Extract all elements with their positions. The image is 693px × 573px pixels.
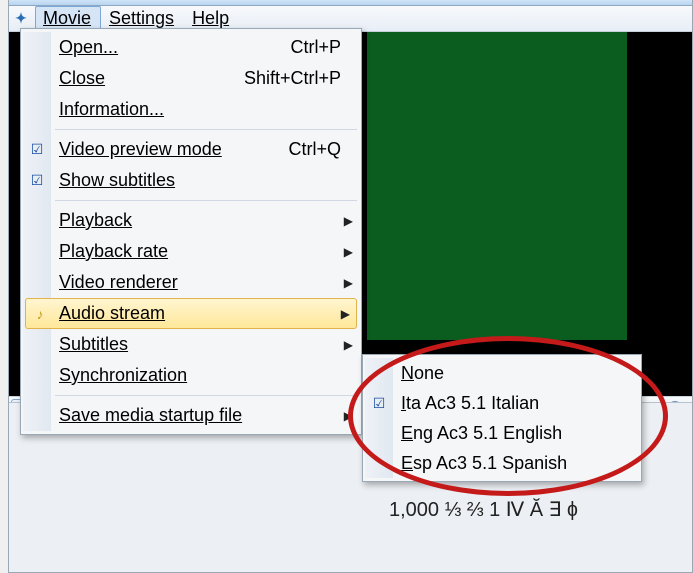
menu-item-information[interactable]: Information... [23,94,359,125]
menu-item-video-renderer[interactable]: Video renderer ▶ [23,267,359,298]
menu-accel: Ctrl+P [290,37,341,58]
menu-item-open[interactable]: Open... Ctrl+P [23,32,359,63]
submenu-arrow-icon: ▶ [344,409,353,423]
menu-item-audio-stream[interactable]: ♪ Audio stream ▶ [25,298,357,329]
menu-item-video-preview[interactable]: ☑ Video preview mode Ctrl+Q [23,134,359,165]
menu-label: Information... [59,99,164,120]
check-icon: ☑ [29,142,45,158]
menu-label: Subtitles [59,334,128,355]
menu-label: Ita Ac3 5.1 Italian [401,393,539,414]
menu-item-subtitles[interactable]: Subtitles ▶ [23,329,359,360]
audio-option-none[interactable]: None [365,358,639,388]
menu-label: Playback [59,210,132,231]
check-icon: ☑ [29,173,45,189]
app-icon: ✦ [11,9,31,29]
menu-accel: Ctrl+Q [288,139,341,160]
menu-label: Synchronization [59,365,187,386]
menu-label: Audio stream [59,303,165,324]
menu-label: Eng Ac3 5.1 English [401,423,562,444]
submenu-arrow-icon: ▶ [344,245,353,259]
menu-item-save-startup[interactable]: Save media startup file ▶ [23,400,359,431]
menu-label: Show subtitles [59,170,175,191]
menu-label: None [401,363,444,384]
audio-option-italian[interactable]: ☑ Ita Ac3 5.1 Italian [365,388,639,418]
menu-item-show-subtitles[interactable]: ☑ Show subtitles [23,165,359,196]
submenu-arrow-icon: ▶ [344,338,353,352]
menu-separator [55,129,357,130]
audio-option-english[interactable]: Eng Ac3 5.1 English [365,418,639,448]
menu-item-close[interactable]: Close Shift+Ctrl+P [23,63,359,94]
audio-stream-submenu: None ☑ Ita Ac3 5.1 Italian Eng Ac3 5.1 E… [362,354,642,482]
menu-label: Esp Ac3 5.1 Spanish [401,453,567,474]
submenu-arrow-icon: ▶ [344,214,353,228]
menu-label: Playback rate [59,241,168,262]
menu-item-playback[interactable]: Playback ▶ [23,205,359,236]
menu-item-playback-rate[interactable]: Playback rate ▶ [23,236,359,267]
menu-label: Video preview mode [59,139,222,160]
check-icon: ☑ [371,395,387,411]
music-note-icon: ♪ [32,306,48,322]
submenu-arrow-icon: ▶ [344,276,353,290]
menu-label: Open... [59,37,118,58]
menu-accel: Shift+Ctrl+P [244,68,341,89]
movie-menu: Open... Ctrl+P Close Shift+Ctrl+P Inform… [20,28,362,435]
menu-separator [55,200,357,201]
menu-label: Close [59,68,105,89]
menu-item-synchronization[interactable]: Synchronization [23,360,359,391]
status-text: 1,000 ⅓ ⅔ 1 Ⅳ Ă ∃ ɸ [389,497,578,522]
video-frame [367,32,627,340]
menu-separator [55,395,357,396]
menu-label: Save media startup file [59,405,242,426]
audio-option-spanish[interactable]: Esp Ac3 5.1 Spanish [365,448,639,478]
submenu-arrow-icon: ▶ [341,307,350,321]
menu-label: Video renderer [59,272,178,293]
